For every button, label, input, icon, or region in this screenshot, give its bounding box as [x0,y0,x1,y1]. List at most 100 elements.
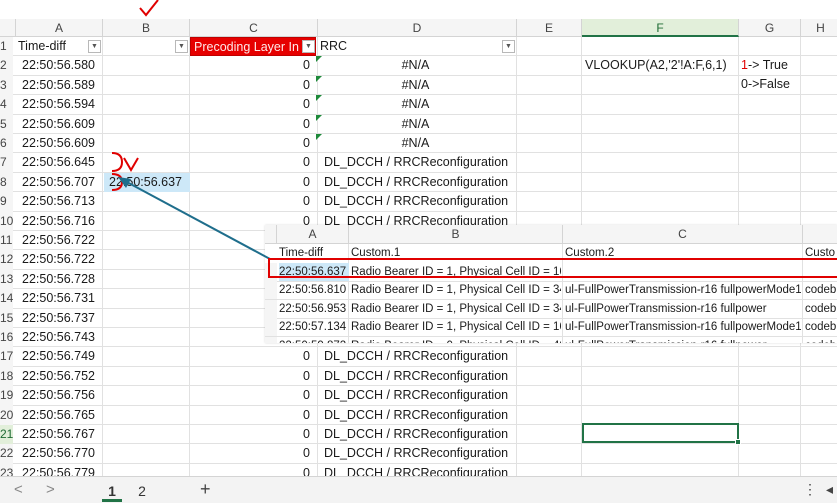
column-header-h[interactable]: H [801,19,837,37]
cell-precoding[interactable]: 0 [190,76,314,95]
cell-time-diff[interactable]: 22:50:56.749 [16,347,102,366]
cell-precoding[interactable]: 0 [190,173,314,192]
cell-rrc[interactable]: DL_DCCH / RRCReconfiguration [318,192,513,211]
cell-rrc[interactable]: DL_DCCH / RRCReconfiguration [318,406,513,425]
cell-precoding[interactable]: 0 [190,192,314,211]
cell-precoding[interactable]: 0 [190,464,314,476]
sheet-tab-2[interactable]: 2 [132,480,152,502]
cell-precoding[interactable]: 0 [190,406,314,425]
cell-time-diff[interactable]: 22:50:56.716 [16,212,102,231]
filter-dropdown-a[interactable]: ▼ [88,40,101,53]
row-header[interactable]: 22 [0,444,13,464]
cell-precoding[interactable]: 0 [190,347,314,366]
row-header[interactable]: 23 [0,463,13,476]
cell-time-diff[interactable]: 22:50:56.589 [16,76,102,95]
cell-time-diff[interactable]: 22:50:56.609 [16,115,102,134]
cell-time-diff[interactable]: 22:50:56.765 [16,406,102,425]
cell-time-diff[interactable]: 22:50:56.752 [16,367,102,386]
cell-time-diff[interactable]: 22:50:56.756 [16,386,102,405]
cell-precoding[interactable]: 0 [190,115,314,134]
column-header-b[interactable]: B [103,19,190,37]
cell-rrc[interactable]: DL_DCCH / RRCReconfiguration [318,464,513,476]
row-header[interactable]: 4 [0,95,13,115]
cell-precoding[interactable]: 0 [190,134,314,153]
prev-sheet-button[interactable]: < [14,481,23,498]
cell-time-diff[interactable]: 22:50:56.779 [16,464,102,476]
filter-dropdown-d[interactable]: ▼ [502,40,515,53]
active-cell-selection[interactable] [582,423,739,443]
cell-rrc[interactable]: #N/A [318,76,513,95]
cell-time-diff[interactable]: 22:50:56.722 [16,250,102,269]
cell-rrc[interactable]: DL_DCCH / RRCReconfiguration [318,347,513,366]
cell-rrc[interactable]: DL_DCCH / RRCReconfiguration [318,425,513,444]
cell-precoding[interactable]: 0 [190,367,314,386]
cell-time-diff[interactable]: 22:50:56.728 [16,270,102,289]
column-header-c[interactable]: C [190,19,318,37]
row-header[interactable]: 10 [0,211,13,231]
row-header[interactable]: 20 [0,405,13,425]
filter-dropdown-c[interactable]: ▼ [302,40,315,53]
row-header[interactable]: 21 [0,425,13,445]
cell-rrc[interactable]: DL_DCCH / RRCReconfiguration [318,444,513,463]
floating-time-value[interactable]: 22:50:56.637 [104,173,190,192]
cell-time-diff[interactable]: 22:50:56.707 [16,173,102,192]
row-header[interactable]: 17 [0,347,13,367]
cell-time-diff[interactable]: 22:50:56.722 [16,231,102,250]
filter-dropdown-b[interactable]: ▼ [175,40,188,53]
cell-precoding[interactable]: 0 [190,425,314,444]
row-header[interactable]: 12 [0,250,13,270]
cell-time-diff[interactable]: 22:50:56.594 [16,95,102,114]
cell-rrc[interactable]: #N/A [318,95,513,114]
row-header[interactable]: 2 [0,56,13,76]
select-all-corner[interactable] [0,19,16,37]
column-header-d[interactable]: D [318,19,517,37]
row-header[interactable]: 6 [0,134,13,154]
next-sheet-button[interactable]: > [46,481,55,498]
fill-handle[interactable] [735,439,741,445]
more-options-icon[interactable]: ⋮ [803,481,817,498]
cell-time-diff[interactable]: 22:50:56.580 [16,56,102,75]
cell-rrc[interactable]: #N/A [318,56,513,75]
row-header[interactable]: 16 [0,328,13,348]
column-header-e[interactable]: E [517,19,582,37]
scroll-left-icon[interactable]: ◂ [826,481,833,498]
column-header-a[interactable]: A [16,19,103,37]
row-header[interactable]: 19 [0,386,13,406]
error-indicator-icon [316,134,322,140]
row-header[interactable]: 1 [0,37,13,57]
cell-time-diff[interactable]: 22:50:56.767 [16,425,102,444]
cell-precoding[interactable]: 0 [190,386,314,405]
cell-precoding[interactable]: 0 [190,56,314,75]
row-header[interactable]: 3 [0,75,13,96]
column-header-f[interactable]: F [582,19,739,37]
cell-time-diff[interactable]: 22:50:56.770 [16,444,102,463]
row-header[interactable]: 11 [0,231,13,251]
row-header[interactable]: 18 [0,366,13,387]
cell-time-diff[interactable]: 22:50:56.731 [16,289,102,308]
cell-rrc[interactable]: #N/A [318,115,513,134]
row-header[interactable]: 9 [0,192,13,212]
cell-time-diff[interactable]: 22:50:56.609 [16,134,102,153]
row-header[interactable]: 8 [0,172,13,193]
sheet-tab-1[interactable]: 1 [102,480,122,502]
row-header[interactable]: 5 [0,114,13,134]
row-header[interactable]: 14 [0,289,13,309]
row-header[interactable]: 7 [0,153,13,173]
cell-rrc[interactable]: DL_DCCH / RRCReconfiguration [318,173,513,192]
add-sheet-button[interactable]: + [200,479,211,500]
cell-time-diff[interactable]: 22:50:56.645 [16,153,102,172]
cell-rrc[interactable]: DL_DCCH / RRCReconfiguration [318,153,513,172]
cell-precoding[interactable]: 0 [190,95,314,114]
cell-rrc[interactable]: #N/A [318,134,513,153]
row-header[interactable]: 15 [0,308,13,328]
cell-precoding[interactable]: 0 [190,444,314,463]
inset-cell-custom2: ul-FullPowerTransmission-r16 fullpowerMo… [565,321,801,334]
cell-time-diff[interactable]: 22:50:56.713 [16,192,102,211]
cell-time-diff[interactable]: 22:50:56.737 [16,309,102,328]
cell-rrc[interactable]: DL_DCCH / RRCReconfiguration [318,386,513,405]
row-header[interactable]: 13 [0,269,13,290]
column-header-g[interactable]: G [739,19,801,37]
cell-precoding[interactable]: 0 [190,153,314,172]
cell-time-diff[interactable]: 22:50:56.743 [16,328,102,347]
cell-rrc[interactable]: DL_DCCH / RRCReconfiguration [318,367,513,386]
